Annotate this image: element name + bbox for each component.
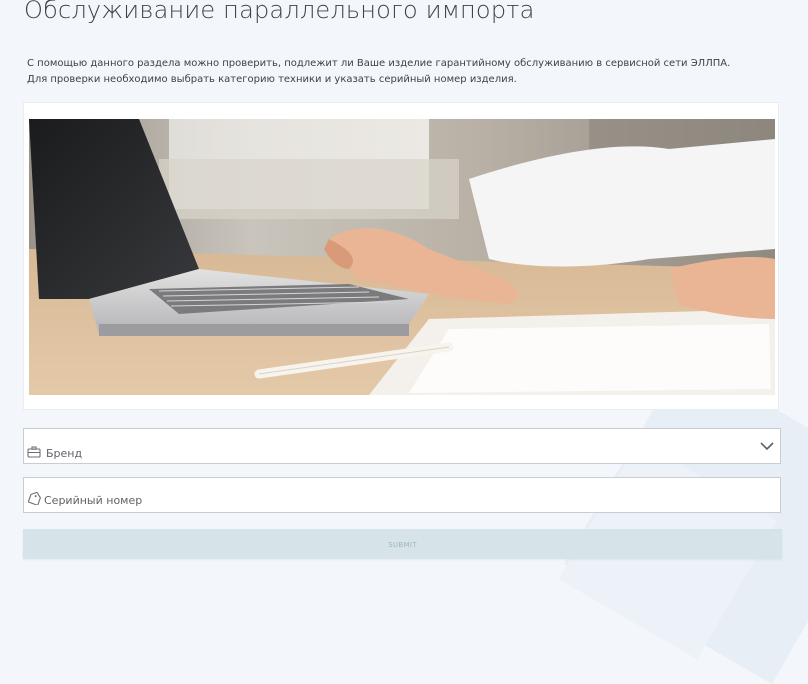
brand-select-placeholder: Бренд (46, 447, 83, 460)
intro-text: С помощью данного раздела можно проверит… (27, 56, 787, 88)
intro-line: Для проверки необходимо выбрать категори… (27, 74, 517, 85)
chevron-down-icon[interactable] (760, 441, 774, 451)
submit-button[interactable]: SUBMIT (23, 529, 782, 559)
serial-number-placeholder: Серийный номер (44, 494, 143, 507)
serial-number-input[interactable]: Серийный номер (23, 477, 781, 513)
briefcase-icon (27, 446, 41, 458)
hero-image-frame (23, 102, 779, 410)
intro-line: С помощью данного раздела можно проверит… (27, 58, 731, 69)
page-title: Обслуживание параллельного импорта (24, 0, 535, 24)
tag-icon (28, 491, 41, 505)
laptop-typing-photo (29, 119, 775, 395)
brand-select[interactable]: Бренд (23, 428, 781, 464)
